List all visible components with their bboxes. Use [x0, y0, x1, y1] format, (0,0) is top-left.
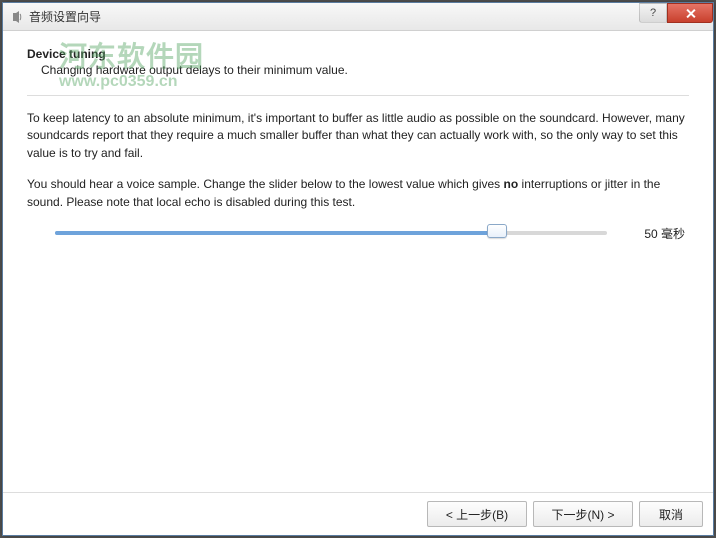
back-button[interactable]: < 上一步(B) [427, 501, 527, 527]
slider-value-label: 50 毫秒 [625, 225, 685, 242]
section-title: Device tuning [27, 47, 689, 61]
section-subtitle: Changing hardware output delays to their… [41, 63, 689, 77]
para2-part-a: You should hear a voice sample. Change t… [27, 177, 504, 191]
slider-fill [55, 231, 497, 235]
para2-bold: no [504, 177, 519, 191]
close-button[interactable] [667, 3, 713, 23]
content-area: 河东软件园 www.pc0359.cn Device tuning Changi… [3, 31, 713, 492]
latency-slider-row: 50 毫秒 [55, 225, 685, 242]
wizard-window: 音频设置向导 ? 河东软件园 www.pc0359.cn Device tuni… [2, 2, 714, 536]
instruction-para-1: To keep latency to an absolute minimum, … [27, 110, 689, 162]
close-icon [685, 8, 696, 19]
next-button[interactable]: 下一步(N) > [533, 501, 633, 527]
app-icon [9, 9, 25, 25]
divider [27, 95, 689, 96]
cancel-button[interactable]: 取消 [639, 501, 703, 527]
titlebar-buttons: ? [639, 3, 713, 23]
titlebar: 音频设置向导 ? [3, 3, 713, 31]
window-title: 音频设置向导 [29, 8, 101, 25]
latency-slider[interactable] [55, 231, 607, 235]
help-button[interactable]: ? [639, 3, 667, 23]
slider-thumb[interactable] [487, 224, 507, 238]
instruction-para-2: You should hear a voice sample. Change t… [27, 176, 689, 211]
footer-buttons: < 上一步(B) 下一步(N) > 取消 [3, 492, 713, 535]
